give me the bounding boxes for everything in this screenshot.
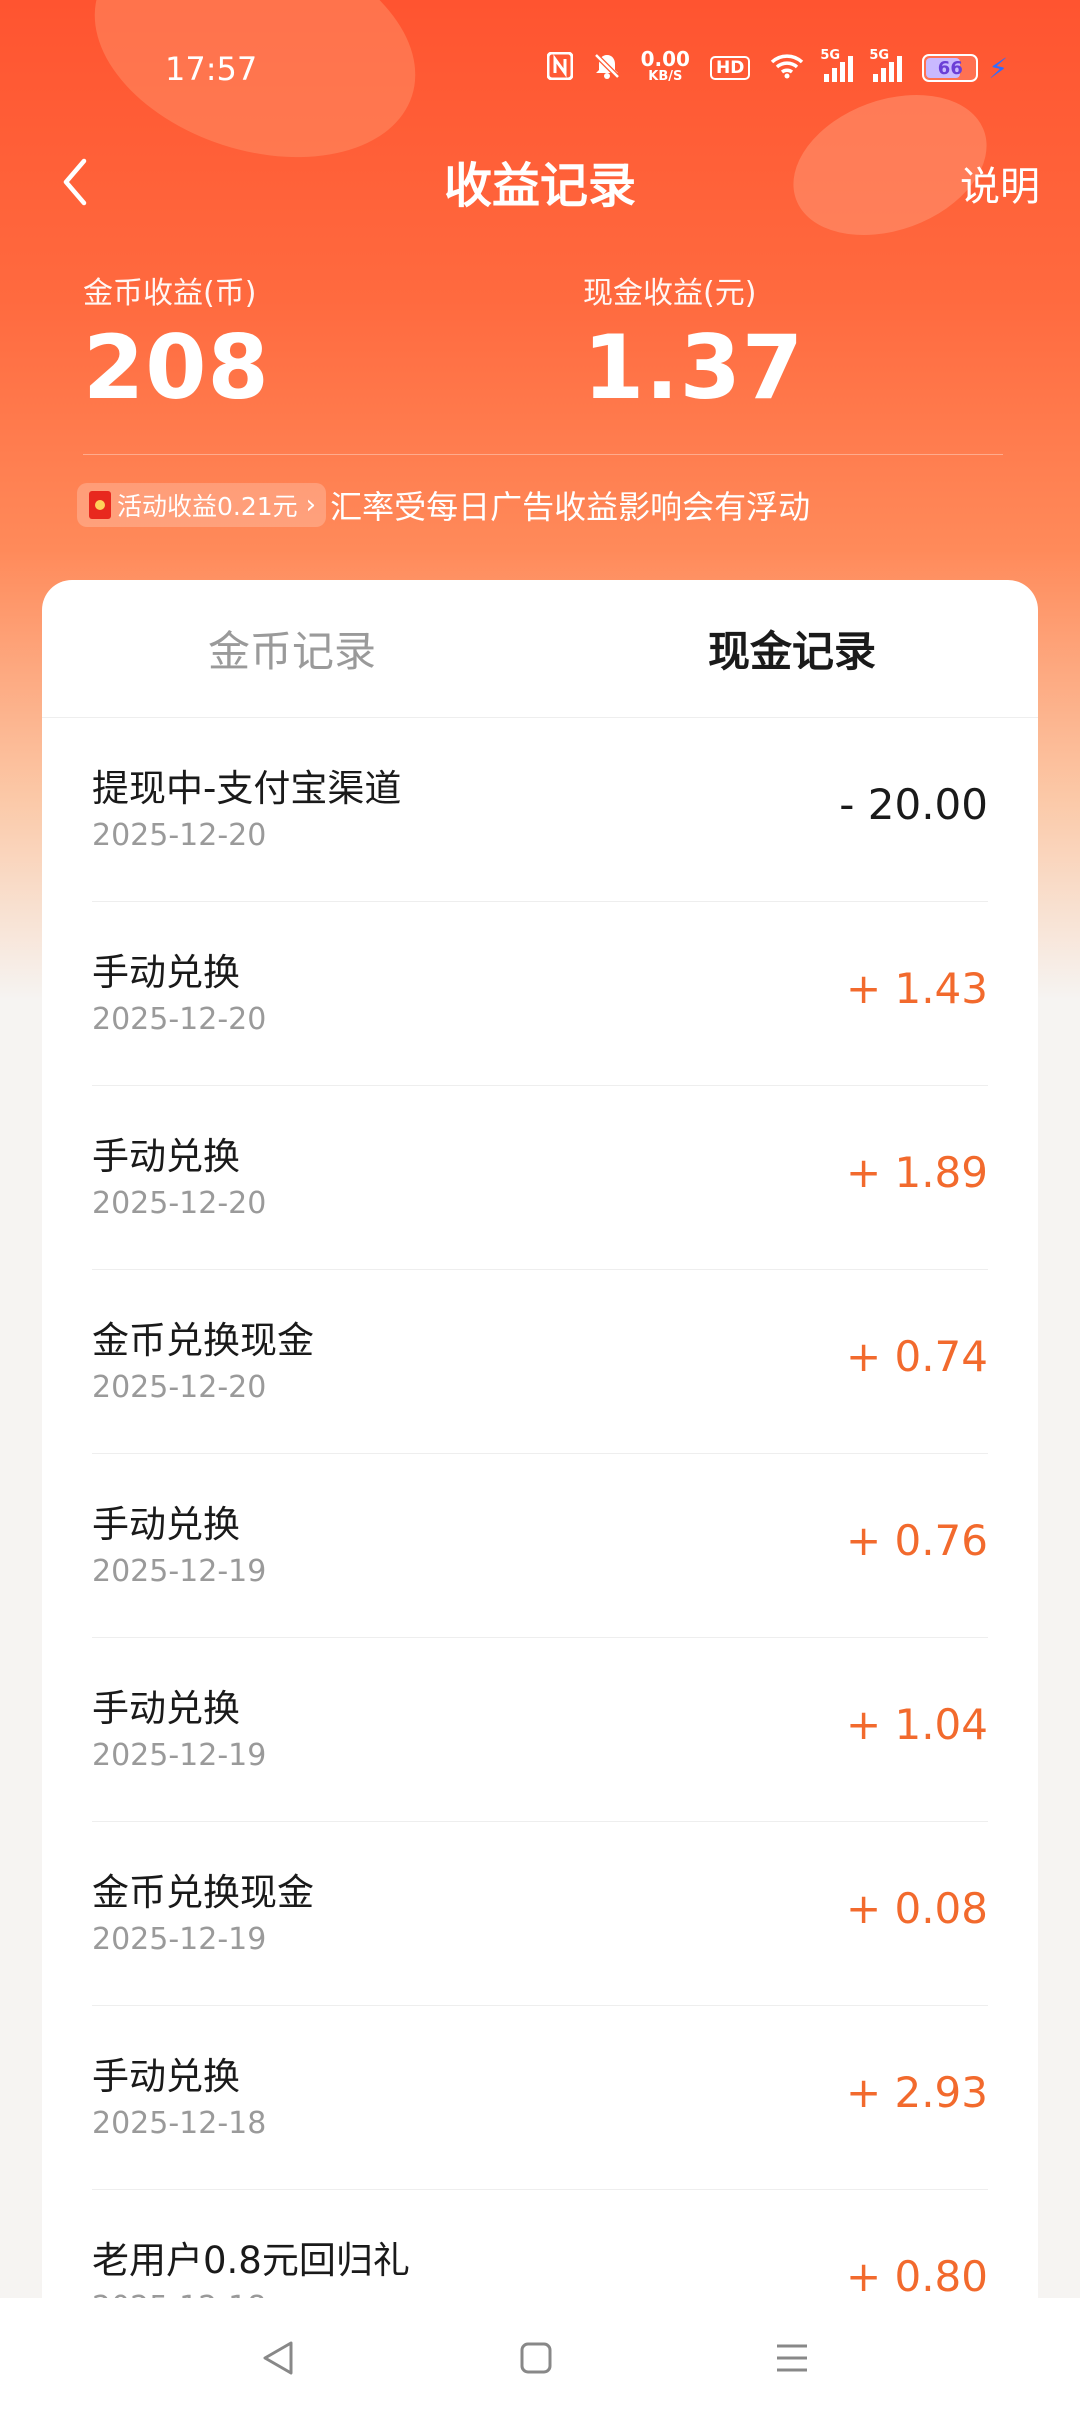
record-tabs: 金币记录 现金记录 [42, 580, 1038, 718]
hd-icon: HD [709, 56, 751, 80]
record-amount: + 1.43 [845, 964, 988, 1013]
record-title: 老用户0.8元回归礼 [92, 2239, 410, 2282]
divider [83, 454, 1003, 455]
record-title: 手动兑换 [92, 1135, 240, 1178]
list-item[interactable]: 金币兑换现金 2025-12-19 + 0.08 [92, 1822, 988, 2006]
cash-earnings: 现金收益(元) 1.37 [583, 268, 804, 419]
record-amount: - 20.00 [839, 780, 988, 829]
record-title: 手动兑换 [92, 1503, 240, 1546]
record-title: 手动兑换 [92, 951, 240, 994]
list-item[interactable]: 手动兑换 2025-12-20 + 1.89 [92, 1086, 988, 1270]
red-envelope-icon [89, 491, 111, 519]
record-amount: + 1.89 [845, 1148, 988, 1197]
top-navigation: 收益记录 说明 [0, 130, 1080, 240]
battery-icon: 66 [922, 54, 979, 82]
signal-icon: 5G [869, 48, 903, 82]
mute-icon [593, 52, 621, 85]
coin-earnings-value: 208 [83, 316, 270, 419]
wifi-icon [770, 53, 804, 84]
status-time: 17:57 [165, 50, 258, 88]
record-amount: + 2.93 [845, 2068, 988, 2117]
record-amount: + 0.08 [845, 1884, 988, 1933]
status-bar: 17:57 0.00 KB/S HD 5G 5G 66 ⚡ [0, 0, 1080, 140]
record-title: 手动兑换 [92, 2055, 240, 2098]
help-button[interactable]: 说明 [960, 154, 1040, 212]
record-date: 2025-12-20 [92, 1002, 267, 1037]
list-item[interactable]: 手动兑换 2025-12-19 + 0.76 [92, 1454, 988, 1638]
notice-bar: 活动收益0.21元 › 汇率受每日广告收益影响会有浮动 [77, 482, 810, 528]
nfc-icon [546, 51, 574, 85]
list-item[interactable]: 手动兑换 2025-12-19 + 1.04 [92, 1638, 988, 1822]
system-navigation-bar [0, 2298, 1080, 2412]
coin-earnings-label: 金币收益(币) [83, 276, 257, 311]
tab-cash-records[interactable]: 现金记录 [708, 618, 876, 679]
tab-coin-records[interactable]: 金币记录 [208, 618, 376, 679]
system-home-button[interactable] [506, 2328, 566, 2388]
record-date: 2025-12-20 [92, 1370, 267, 1405]
triangle-back-icon [263, 2341, 293, 2375]
record-title: 金币兑换现金 [92, 1871, 314, 1914]
network-speed: 0.00 KB/S [640, 47, 690, 84]
charging-icon: ⚡ [988, 51, 1008, 85]
chevron-right-icon: › [305, 490, 317, 520]
record-date: 2025-12-20 [92, 818, 267, 853]
record-date: 2025-12-19 [92, 1922, 267, 1957]
record-amount: + 0.80 [845, 2252, 988, 2301]
promo-earnings-label: 活动收益0.21元 [117, 492, 298, 521]
square-home-icon [520, 2342, 552, 2374]
record-amount: + 0.74 [845, 1332, 988, 1381]
record-amount: + 1.04 [845, 1700, 988, 1749]
coin-earnings: 金币收益(币) 208 [83, 268, 270, 419]
promo-earnings-chip[interactable]: 活动收益0.21元 › [77, 483, 327, 527]
list-item[interactable]: 手动兑换 2025-12-20 + 1.43 [92, 902, 988, 1086]
signal-icon: 5G [820, 48, 854, 82]
record-date: 2025-12-19 [92, 1738, 267, 1773]
record-list: 提现中-支付宝渠道 2025-12-20 - 20.00 手动兑换 2025-1… [92, 718, 988, 2374]
record-title: 金币兑换现金 [92, 1319, 314, 1362]
record-amount: + 0.76 [845, 1516, 988, 1565]
list-item[interactable]: 手动兑换 2025-12-18 + 2.93 [92, 2006, 988, 2190]
status-icons: 0.00 KB/S HD 5G 5G 66 ⚡ [546, 47, 1008, 86]
system-menu-button[interactable] [762, 2328, 822, 2388]
cash-earnings-label: 现金收益(元) [583, 276, 757, 311]
menu-lines-icon [777, 2344, 807, 2372]
cash-earnings-value: 1.37 [583, 316, 805, 419]
earnings-records-page: 17:57 0.00 KB/S HD 5G 5G 66 ⚡ 收益记录 说明 金币… [0, 0, 1080, 2412]
records-card: 金币记录 现金记录 提现中-支付宝渠道 2025-12-20 - 20.00 手… [42, 580, 1038, 2412]
page-title: 收益记录 [443, 158, 636, 214]
record-title: 提现中-支付宝渠道 [92, 767, 402, 810]
exchange-rate-notice: 汇率受每日广告收益影响会有浮动 [330, 488, 811, 526]
record-date: 2025-12-18 [92, 2106, 267, 2141]
record-date: 2025-12-19 [92, 1554, 267, 1589]
record-title: 手动兑换 [92, 1687, 240, 1730]
record-date: 2025-12-20 [92, 1186, 267, 1221]
list-item[interactable]: 提现中-支付宝渠道 2025-12-20 - 20.00 [92, 718, 988, 902]
system-back-button[interactable] [248, 2328, 308, 2388]
list-item[interactable]: 金币兑换现金 2025-12-20 + 0.74 [92, 1270, 988, 1454]
